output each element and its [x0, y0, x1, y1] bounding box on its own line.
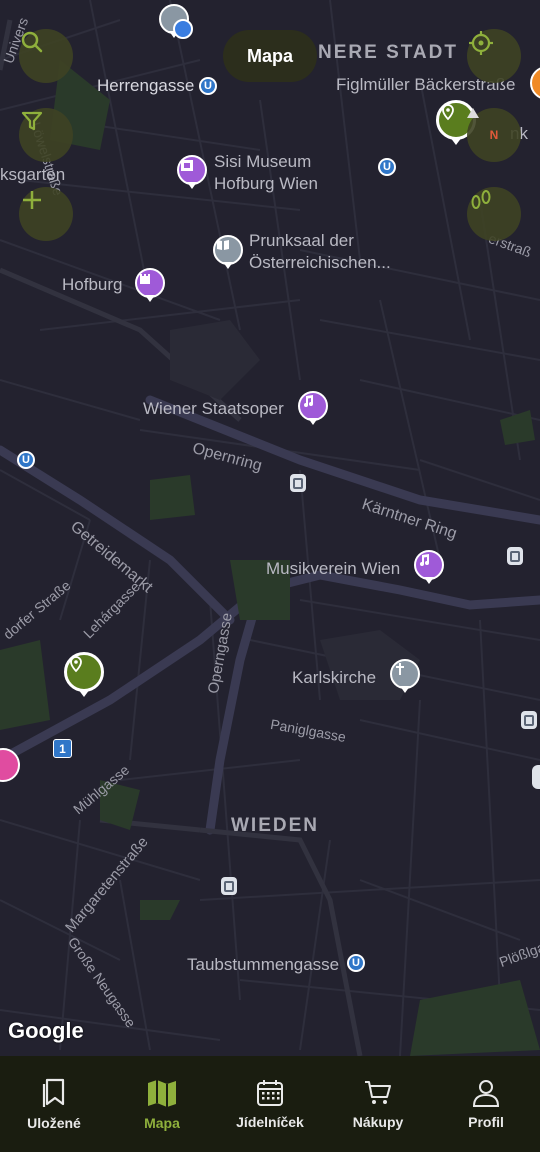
route-shield-icon: 1 [53, 739, 72, 758]
filter-icon [21, 111, 43, 131]
ubahn-icon[interactable]: U [199, 77, 217, 95]
station-label-taubstummengasse: Taubstummengasse [187, 955, 340, 974]
location-marker-icon [70, 656, 82, 673]
nav-label: Nákupy [352, 1114, 404, 1130]
district-label-innere-stadt: NERE STADT [318, 42, 458, 63]
poi-label-musikverein: Musikverein Wien [266, 559, 401, 578]
poi-label-hofburg: Hofburg [62, 275, 123, 294]
ubahn-symbol: U [19, 453, 33, 467]
ubahn-icon[interactable]: U [378, 158, 396, 176]
nav-item-saved[interactable]: Uložené [0, 1056, 108, 1152]
poi-label-karlskirche: Karlskirche [292, 668, 377, 687]
ubahn-symbol: U [349, 956, 363, 970]
poi-label-sisi-line1: Sisi Museum [214, 152, 312, 171]
church-pin-icon[interactable] [390, 659, 420, 693]
compass-arrow-icon [467, 108, 479, 118]
compass-button[interactable]: N [467, 108, 521, 162]
ubahn-icon[interactable]: U [347, 954, 365, 972]
nav-label: Mapa [144, 1115, 180, 1131]
music-pin-icon[interactable] [414, 550, 444, 584]
filter-button[interactable] [19, 108, 73, 162]
map-mode-pill[interactable]: Mapa [223, 30, 317, 82]
nav-item-shopping[interactable]: Nákupy [324, 1056, 432, 1152]
nav-label: Profil [468, 1114, 504, 1130]
add-button[interactable] [19, 187, 73, 241]
tram-stop-icon[interactable] [521, 711, 537, 729]
poi-label-prunksaal-line2: Österreichischen... [249, 253, 391, 272]
music-pin-icon[interactable] [298, 391, 328, 425]
ubahn-symbol: U [201, 79, 215, 93]
museum-icon [181, 160, 193, 171]
bottom-navigation: Uložené Mapa Jídelníček Nákupy Profil [0, 1056, 540, 1152]
google-attribution: Google [8, 1018, 84, 1043]
user-location-icon [173, 19, 193, 39]
cart-icon [365, 1081, 391, 1104]
nav-item-profile[interactable]: Profil [432, 1056, 540, 1152]
tram-stop-icon[interactable] [290, 474, 306, 492]
castle-icon [140, 274, 150, 284]
bookmark-icon [42, 1078, 65, 1107]
tram-stop-icon[interactable] [532, 765, 540, 789]
location-marker-icon [442, 104, 454, 121]
plus-icon [23, 191, 41, 209]
nav-label: Uložené [27, 1115, 81, 1131]
book-icon [217, 240, 229, 250]
footsteps-icon [471, 190, 491, 209]
music-note-icon [420, 554, 429, 566]
map-view[interactable]: NERE STADT Herrengasse Figlmüller Bäcker… [0, 0, 540, 1056]
district-label-wieden: WIEDEN [231, 815, 319, 836]
castle-pin-icon[interactable] [135, 268, 165, 302]
footsteps-button[interactable] [467, 187, 521, 241]
poi-label-prunksaal-line1: Prunksaal der [249, 231, 354, 250]
search-icon [21, 31, 43, 53]
map-icon [148, 1080, 176, 1107]
station-label-herrengasse: Herrengasse [97, 76, 195, 95]
crosshair-icon [469, 31, 493, 55]
nav-label: Jídelníček [236, 1114, 304, 1130]
park-label-volksgarten: ksgarten [0, 165, 66, 184]
tram-stop-icon[interactable] [507, 547, 523, 565]
nav-item-map[interactable]: Mapa [108, 1056, 216, 1152]
calendar-icon [257, 1080, 283, 1106]
cross-icon [396, 663, 404, 675]
museum-pin-icon[interactable] [177, 155, 207, 189]
my-location-button[interactable] [467, 29, 521, 83]
saved-place-pin-icon[interactable] [64, 652, 104, 697]
ubahn-symbol: U [380, 160, 394, 174]
music-note-icon [304, 395, 313, 407]
poi-label-sisi-line2: Hofburg Wien [214, 174, 318, 193]
tram-stop-icon[interactable] [221, 877, 237, 895]
nav-item-meal-plan[interactable]: Jídelníček [216, 1056, 324, 1152]
person-icon [472, 1080, 500, 1107]
ubahn-icon[interactable]: U [17, 451, 35, 469]
search-button[interactable] [19, 29, 73, 83]
compass-north-label: N [489, 128, 499, 142]
library-pin-icon[interactable] [213, 235, 243, 269]
poi-label-staatsoper: Wiener Staatsoper [143, 399, 284, 418]
